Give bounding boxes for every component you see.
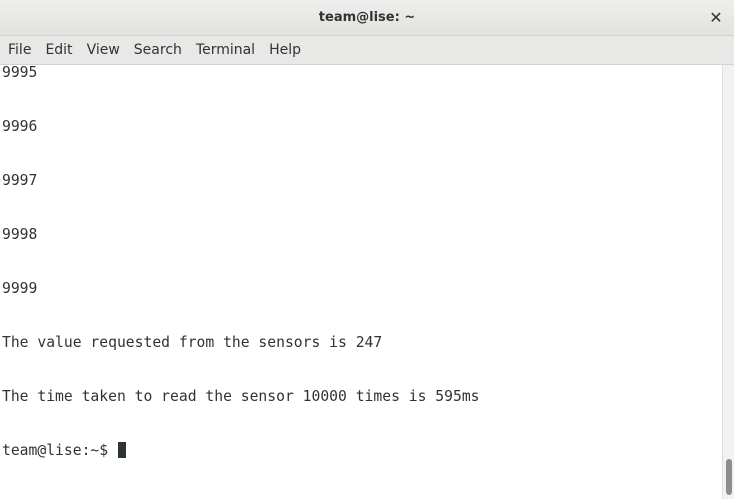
menu-help[interactable]: Help <box>262 36 308 64</box>
scrollbar-thumb[interactable] <box>726 459 732 495</box>
title-bar[interactable]: team@lise: ~ ✕ <box>0 0 734 36</box>
output-line: 9997 <box>2 172 38 189</box>
terminal-area[interactable]: 9979 9980 9981 9982 9983 9984 9985 9986 … <box>0 65 722 499</box>
menu-file[interactable]: File <box>1 36 38 64</box>
close-button[interactable]: ✕ <box>706 8 726 28</box>
menu-edit[interactable]: Edit <box>38 36 79 64</box>
prompt-line[interactable]: team@lise:~$ <box>2 442 480 460</box>
output-line: 9996 <box>2 118 38 135</box>
output-line: The time taken to read the sensor 10000 … <box>2 388 480 405</box>
window-title: team@lise: ~ <box>318 10 416 25</box>
output-line: 9998 <box>2 226 38 243</box>
menu-search[interactable]: Search <box>127 36 189 64</box>
vertical-scrollbar[interactable] <box>722 65 734 499</box>
terminal-output: 9979 9980 9981 9982 9983 9984 9985 9986 … <box>2 65 480 496</box>
output-line: 9995 <box>2 65 38 81</box>
shell-prompt: team@lise:~$ <box>2 442 117 459</box>
menu-view[interactable]: View <box>80 36 127 64</box>
output-line: The value requested from the sensors is … <box>2 334 383 351</box>
terminal-window: team@lise: ~ ✕ File Edit View Search Ter… <box>0 0 734 499</box>
text-cursor <box>117 442 126 458</box>
menu-terminal[interactable]: Terminal <box>189 36 262 64</box>
menu-bar: File Edit View Search Terminal Help <box>0 36 734 65</box>
output-line: 9999 <box>2 280 38 297</box>
